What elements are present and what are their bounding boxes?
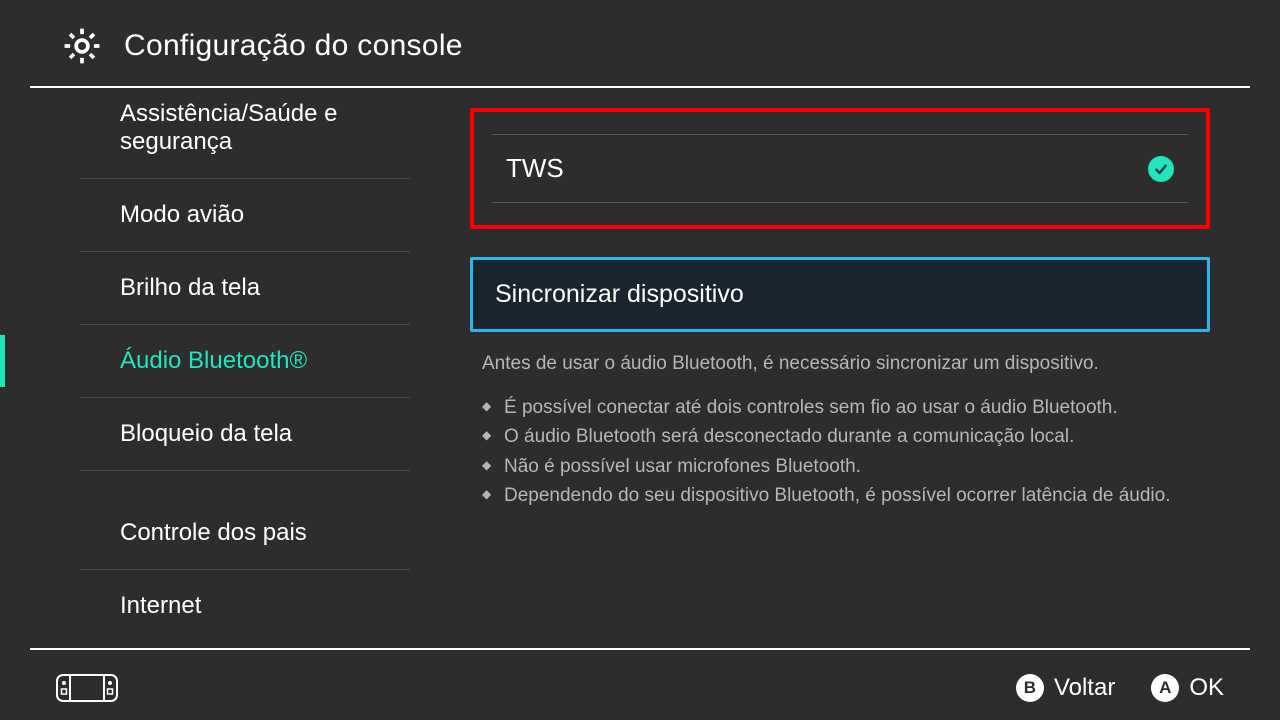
sidebar: Assistência/Saúde e segurança Modo avião… bbox=[0, 88, 410, 648]
helper-bullet: Dependendo do seu dispositivo Bluetooth,… bbox=[482, 482, 1198, 510]
b-key-icon: B bbox=[1016, 674, 1044, 702]
helper-list: É possível conectar até dois controles s… bbox=[482, 394, 1198, 510]
header: Configuração do console bbox=[0, 0, 1280, 86]
pair-device-button[interactable]: Sincronizar dispositivo bbox=[470, 257, 1210, 332]
sidebar-item-parental[interactable]: Controle dos pais bbox=[80, 497, 410, 570]
sidebar-item-screen-lock[interactable]: Bloqueio da tela bbox=[80, 398, 410, 471]
sidebar-item-internet[interactable]: Internet bbox=[80, 570, 410, 642]
sidebar-item-label: Assistência/Saúde e segurança bbox=[100, 100, 390, 156]
helper-bullet: É possível conectar até dois controles s… bbox=[482, 394, 1198, 422]
sidebar-item-brightness[interactable]: Brilho da tela bbox=[80, 252, 410, 325]
helper-text: Antes de usar o áudio Bluetooth, é neces… bbox=[470, 350, 1210, 510]
connected-check-icon bbox=[1148, 156, 1174, 182]
helper-lead: Antes de usar o áudio Bluetooth, é neces… bbox=[482, 350, 1198, 378]
sidebar-item-airplane[interactable]: Modo avião bbox=[80, 179, 410, 252]
paired-device-row[interactable]: TWS bbox=[492, 134, 1188, 203]
helper-bullet: O áudio Bluetooth será desconectado dura… bbox=[482, 423, 1198, 451]
device-name: TWS bbox=[506, 153, 564, 184]
back-button[interactable]: B Voltar bbox=[1016, 674, 1115, 702]
content-panel: TWS Sincronizar dispositivo Antes de usa… bbox=[410, 88, 1280, 648]
footer: B Voltar A OK bbox=[0, 656, 1280, 720]
sidebar-item-label: Áudio Bluetooth® bbox=[100, 347, 390, 375]
sidebar-gap bbox=[80, 471, 410, 497]
gear-icon bbox=[60, 24, 104, 68]
sidebar-item-label: Modo avião bbox=[100, 201, 390, 229]
sidebar-item-label: Controle dos pais bbox=[100, 519, 390, 547]
console-icon bbox=[56, 674, 118, 702]
sidebar-item-support[interactable]: Assistência/Saúde e segurança bbox=[80, 88, 410, 179]
ok-label: OK bbox=[1189, 674, 1224, 702]
sidebar-item-label: Internet bbox=[100, 592, 390, 620]
paired-device-block: TWS bbox=[470, 108, 1210, 229]
main: Assistência/Saúde e segurança Modo avião… bbox=[0, 88, 1280, 648]
pair-device-label: Sincronizar dispositivo bbox=[495, 280, 744, 308]
sidebar-item-label: Bloqueio da tela bbox=[100, 420, 390, 448]
footer-divider bbox=[30, 648, 1250, 650]
page-title: Configuração do console bbox=[124, 29, 463, 63]
a-key-icon: A bbox=[1151, 674, 1179, 702]
sidebar-item-label: Brilho da tela bbox=[100, 274, 390, 302]
helper-bullet: Não é possível usar microfones Bluetooth… bbox=[482, 453, 1198, 481]
ok-button[interactable]: A OK bbox=[1151, 674, 1224, 702]
sidebar-item-bluetooth-audio[interactable]: Áudio Bluetooth® bbox=[80, 325, 410, 398]
back-label: Voltar bbox=[1054, 674, 1115, 702]
